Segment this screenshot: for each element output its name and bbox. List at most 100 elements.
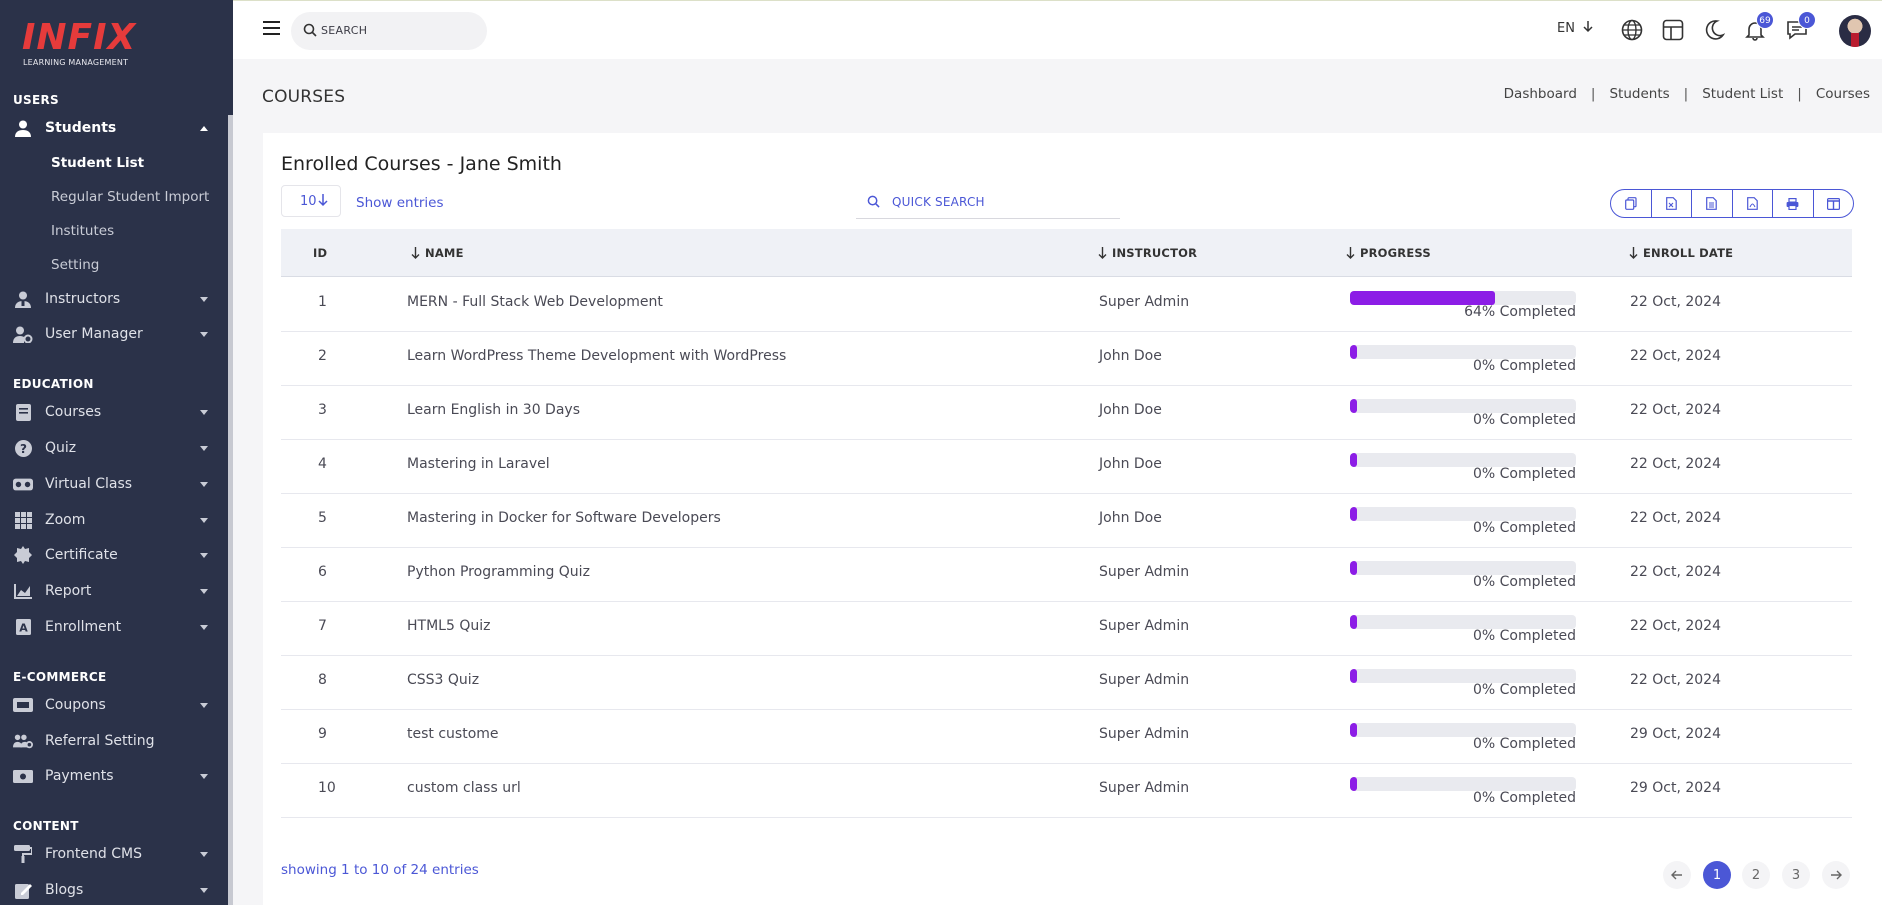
copy-button[interactable] <box>1611 190 1652 217</box>
table-row[interactable]: 6 Python Programming Quiz Super Admin 0%… <box>281 548 1852 602</box>
sidebar-item-label: Virtual Class <box>45 476 133 492</box>
cell-name[interactable]: custom class url <box>407 780 521 796</box>
next-page-button[interactable] <box>1822 861 1850 889</box>
sidebar-item-regular-student-import[interactable]: Regular Student Import <box>51 189 209 205</box>
sidebar-item-instructors[interactable]: Instructors <box>0 284 228 314</box>
breadcrumb-separator: | <box>1797 86 1802 102</box>
sidebar-item-setting[interactable]: Setting <box>51 257 99 273</box>
page-title: COURSES <box>262 87 346 107</box>
logo-text: INFIX <box>22 17 137 58</box>
breadcrumb-students[interactable]: Students <box>1609 86 1669 102</box>
table-row[interactable]: 2 Learn WordPress Theme Development with… <box>281 332 1852 386</box>
moon-icon[interactable] <box>1703 19 1727 43</box>
table-row[interactable]: 1 MERN - Full Stack Web Development Supe… <box>281 278 1852 332</box>
sidebar-item-label: Report <box>45 583 92 599</box>
quick-search-input[interactable]: QUICK SEARCH <box>856 185 1120 219</box>
sidebar-item-certificate[interactable]: Certificate <box>0 540 228 570</box>
sidebar-item-students[interactable]: Students <box>0 113 228 143</box>
page-button[interactable]: 1 <box>1703 861 1731 889</box>
search-input[interactable]: SEARCH <box>291 12 487 50</box>
users-cog-icon <box>13 731 33 751</box>
column-visibility-button[interactable] <box>1814 190 1854 217</box>
excel-export-button[interactable] <box>1652 190 1692 217</box>
sidebar-item-institutes[interactable]: Institutes <box>51 223 114 239</box>
cell-name[interactable]: Learn English in 30 Days <box>407 402 580 418</box>
progress-fill <box>1350 453 1357 467</box>
print-button[interactable] <box>1773 190 1814 217</box>
menu-toggle-icon[interactable] <box>263 21 280 35</box>
table-row[interactable]: 7 HTML5 Quiz Super Admin 0% Completed 22… <box>281 602 1852 656</box>
breadcrumb-courses[interactable]: Courses <box>1816 86 1870 102</box>
progress-bar <box>1350 345 1576 359</box>
sidebar-item-label: Zoom <box>45 512 86 528</box>
user-icon <box>13 118 33 138</box>
sidebar-item-user-manager[interactable]: User Manager <box>0 319 228 349</box>
ticket-icon <box>13 695 33 715</box>
cell-name[interactable]: HTML5 Quiz <box>407 618 490 634</box>
cell-name[interactable]: MERN - Full Stack Web Development <box>407 294 663 310</box>
cell-name[interactable]: CSS3 Quiz <box>407 672 479 688</box>
chevron-down-icon <box>200 624 208 630</box>
avatar[interactable] <box>1839 15 1871 47</box>
cell-enroll-date: 22 Oct, 2024 <box>1630 618 1721 634</box>
money-icon <box>13 766 33 786</box>
cell-name[interactable]: Mastering in Laravel <box>407 456 550 472</box>
column-header-progress[interactable]: PROGRESS <box>1346 246 1431 260</box>
arrow-right-icon <box>1831 870 1842 880</box>
language-selector[interactable]: EN <box>1557 21 1593 36</box>
sidebar-item-frontend-cms[interactable]: Frontend CMS <box>0 839 228 869</box>
sidebar-scrollbar[interactable] <box>228 115 233 905</box>
sidebar-item-courses[interactable]: Courses <box>0 397 228 427</box>
cell-name[interactable]: Learn WordPress Theme Development with W… <box>407 348 786 364</box>
layout-icon[interactable] <box>1662 19 1686 43</box>
globe-icon[interactable] <box>1621 19 1645 43</box>
sidebar-item-payments[interactable]: Payments <box>0 761 228 791</box>
notifications-bell-icon[interactable]: 69 <box>1744 11 1774 43</box>
csv-export-button[interactable] <box>1692 190 1733 217</box>
search-icon <box>867 195 880 208</box>
cell-name[interactable]: test custome <box>407 726 499 742</box>
cell-instructor: Super Admin <box>1099 294 1190 310</box>
column-header-enroll-date[interactable]: ENROLL DATE <box>1629 246 1733 260</box>
sidebar-item-report[interactable]: Report <box>0 576 228 606</box>
table-row[interactable]: 3 Learn English in 30 Days John Doe 0% C… <box>281 386 1852 440</box>
sidebar-item-coupons[interactable]: Coupons <box>0 690 228 720</box>
notifications-badge: 69 <box>1756 11 1774 29</box>
messages-icon[interactable]: 0 <box>1786 11 1816 43</box>
cell-name[interactable]: Python Programming Quiz <box>407 564 590 580</box>
cell-instructor: Super Admin <box>1099 672 1190 688</box>
enrollment-icon: A <box>13 617 33 637</box>
table-row[interactable]: 10 custom class url Super Admin 0% Compl… <box>281 764 1852 818</box>
column-header-instructor[interactable]: INSTRUCTOR <box>1098 246 1197 260</box>
entries-select[interactable]: 10 <box>281 185 341 217</box>
column-header-id[interactable]: ID <box>313 246 327 260</box>
column-header-name[interactable]: NAME <box>411 246 464 260</box>
table-row[interactable]: 5 Mastering in Docker for Software Devel… <box>281 494 1852 548</box>
sidebar-item-referral-setting[interactable]: Referral Setting <box>0 726 228 756</box>
sidebar-item-student-list[interactable]: Student List <box>51 155 144 171</box>
print-icon <box>1786 197 1799 210</box>
column-header-label: PROGRESS <box>1360 246 1431 260</box>
page-button[interactable]: 2 <box>1742 861 1770 889</box>
table-row[interactable]: 8 CSS3 Quiz Super Admin 0% Completed 22 … <box>281 656 1852 710</box>
pdf-export-button[interactable] <box>1733 190 1773 217</box>
sidebar-item-enrollment[interactable]: A Enrollment <box>0 612 228 642</box>
table-row[interactable]: 4 Mastering in Laravel John Doe 0% Compl… <box>281 440 1852 494</box>
cell-id: 10 <box>318 780 336 796</box>
cell-name[interactable]: Mastering in Docker for Software Develop… <box>407 510 721 526</box>
sidebar-item-virtual-class[interactable]: Virtual Class <box>0 469 228 499</box>
breadcrumb-dashboard[interactable]: Dashboard <box>1504 86 1577 102</box>
chart-icon <box>13 581 33 601</box>
sidebar-item-quiz[interactable]: ? Quiz <box>0 433 228 463</box>
sidebar-item-zoom[interactable]: Zoom <box>0 505 228 535</box>
logo[interactable]: INFIX LEARNING MANAGEMENT <box>22 18 142 70</box>
chevron-down-icon <box>200 445 208 451</box>
prev-page-button[interactable] <box>1663 861 1691 889</box>
sidebar-item-blogs[interactable]: Blogs <box>0 875 228 905</box>
breadcrumb-student-list[interactable]: Student List <box>1702 86 1783 102</box>
edit-icon <box>13 880 33 900</box>
question-icon: ? <box>13 438 33 458</box>
page-button[interactable]: 3 <box>1782 861 1810 889</box>
table-row[interactable]: 9 test custome Super Admin 0% Completed … <box>281 710 1852 764</box>
chevron-down-icon <box>200 517 208 523</box>
